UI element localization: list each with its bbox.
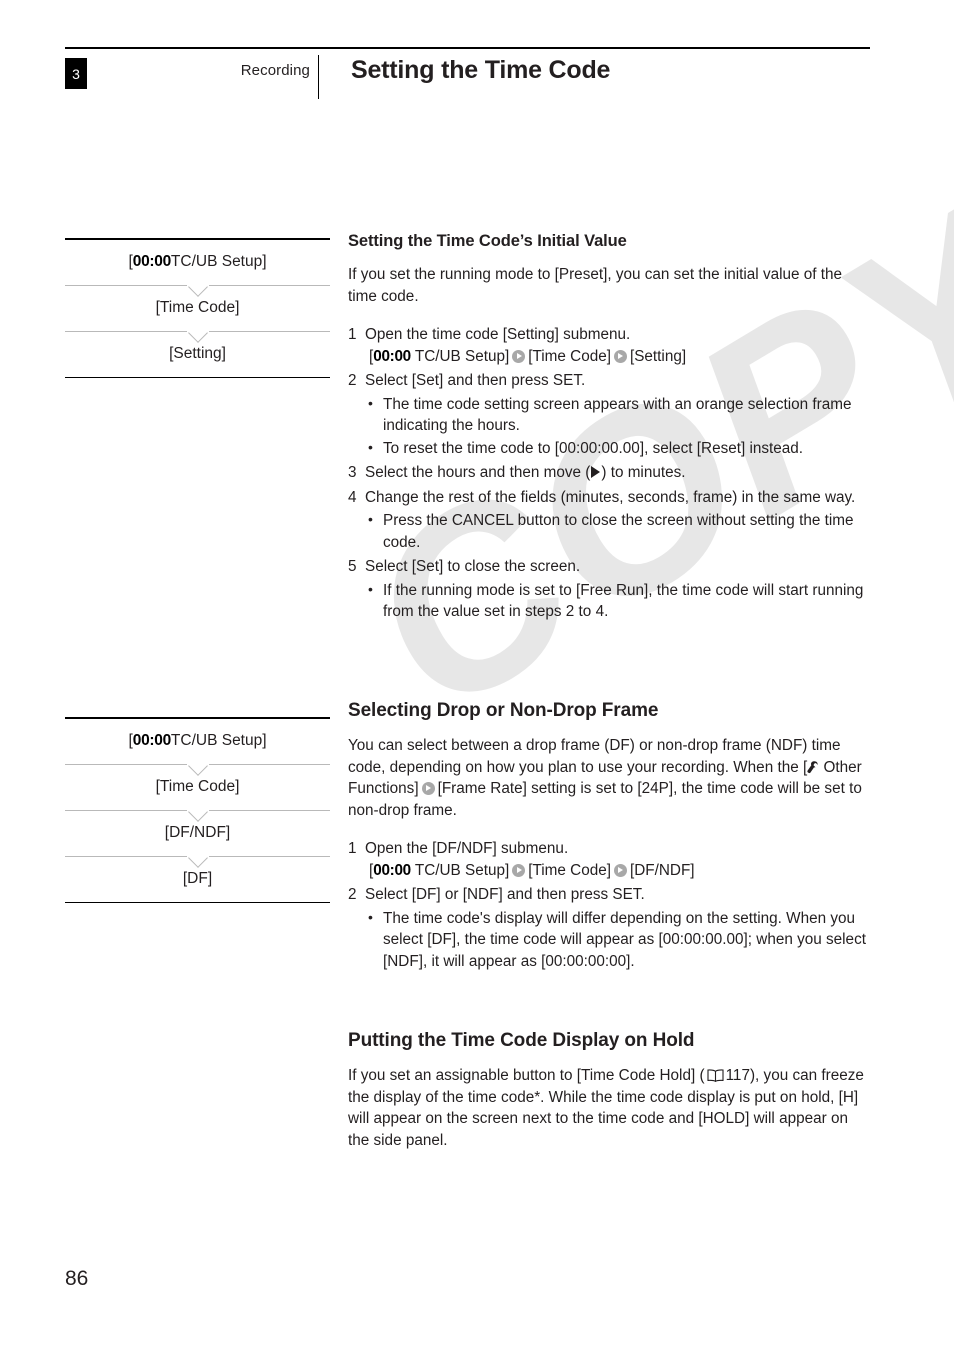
page-title: Setting the Time Code	[351, 56, 611, 84]
menu-path-label: TC/UB Setup]	[170, 253, 267, 270]
menu-label: TC/UB Setup]	[410, 861, 510, 879]
section-hold: Putting the Time Code Display on Hold If…	[348, 1030, 872, 1151]
step-number: 1	[348, 326, 357, 343]
step-text: Select the hours and then move (	[365, 464, 591, 481]
menu-path-label: [Setting]	[169, 345, 226, 362]
step-menu-path: [00:00 TC/UB Setup] [Time Code] [Setting]	[365, 346, 872, 368]
section-intro: If you set the running mode to [Preset],…	[348, 266, 843, 305]
menu-label: [Setting]	[629, 347, 687, 365]
list-item: To reset the time code to [00:00:00.00],…	[365, 437, 872, 460]
menu-path-row: [Setting]	[65, 332, 330, 377]
arrow-right-circle-icon	[512, 863, 526, 877]
step-number: 2	[348, 372, 357, 389]
arrow-right-circle-icon	[613, 349, 627, 363]
arrow-right-circle-icon	[512, 349, 526, 363]
bullet-list: If the running mode is set to [Free Run]…	[365, 579, 872, 623]
list-item: Press the CANCEL button to close the scr…	[365, 509, 872, 553]
section-heading: Setting the Time Code’s Initial Value	[348, 232, 627, 250]
step-text: ) to minutes.	[601, 464, 686, 481]
bullet-list: Press the CANCEL button to close the scr…	[365, 509, 872, 553]
menu-path-label: [Time Code]	[155, 778, 240, 795]
menu-path-df-ndf: [00:00 TC/UB Setup] [Time Code] [DF/NDF]…	[65, 717, 330, 903]
timecode-icon: 00:00	[373, 347, 411, 365]
header-section-label: Recording	[240, 62, 310, 79]
section-heading: Selecting Drop or Non-Drop Frame	[348, 700, 659, 721]
bullet-list: The time code setting screen appears wit…	[365, 393, 872, 460]
arrow-right-icon	[591, 466, 601, 478]
menu-label: [Time Code]	[528, 347, 611, 365]
step-number: 2	[348, 886, 357, 903]
step-menu-path: [00:00 TC/UB Setup] [Time Code] [DF/NDF]	[365, 860, 872, 882]
step-item: 2 Select [DF] or [NDF] and then press SE…	[348, 884, 872, 972]
body-text: If you set an assignable button to [Time…	[348, 1067, 705, 1084]
header-rule	[65, 47, 870, 49]
timecode-icon: 00:00	[132, 732, 171, 749]
step-item: 1 Open the [DF/NDF] submenu. [00:00 TC/U…	[348, 838, 872, 881]
step-text: Select [Set] to close the screen.	[365, 558, 581, 575]
step-text: Select [DF] or [NDF] and then press SET.	[365, 886, 645, 903]
bullet-list: The time code's display will differ depe…	[365, 907, 872, 973]
section-initial-value: Setting the Time Code’s Initial Value If…	[348, 232, 872, 626]
step-item: 3 Select the hours and then move ( ) to m…	[348, 462, 872, 484]
step-item: 4 Change the rest of the fields (minutes…	[348, 487, 872, 554]
step-text: Change the rest of the fields (minutes, …	[365, 488, 856, 506]
menu-label: [DF/NDF]	[629, 861, 695, 879]
step-item: 2 Select [Set] and then press SET. The t…	[348, 370, 872, 459]
list-item: If the running mode is set to [Free Run]…	[365, 579, 872, 623]
step-number: 4	[348, 488, 357, 506]
wrench-icon	[807, 760, 818, 774]
page-number: 86	[65, 1267, 89, 1290]
step-text: Open the [DF/NDF] submenu.	[365, 840, 569, 857]
menu-path-label: TC/UB Setup]	[170, 732, 267, 749]
timecode-icon: 00:00	[132, 253, 171, 270]
step-number: 1	[348, 840, 357, 857]
page-ref: 117	[725, 1067, 750, 1084]
menu-path-row: [DF]	[65, 857, 330, 902]
menu-path-time-code-setting: [00:00 TC/UB Setup] [Time Code] [Setting…	[65, 238, 330, 378]
section-drop-frame: Selecting Drop or Non-Drop Frame You can…	[348, 700, 872, 975]
menu-label: TC/UB Setup]	[410, 347, 510, 365]
step-number: 3	[348, 464, 357, 481]
step-item: 5 Select [Set] to close the screen. If t…	[348, 556, 872, 623]
section-body: If you set an assignable button to [Time…	[348, 1065, 872, 1151]
section-heading: Putting the Time Code Display on Hold	[348, 1030, 695, 1051]
list-item: The time code's display will differ depe…	[365, 907, 872, 973]
open-book-icon	[707, 1069, 724, 1082]
intro-text: You can select between a drop frame (DF)…	[348, 737, 841, 776]
menu-label: [Time Code]	[528, 861, 611, 879]
header-divider	[318, 55, 319, 99]
section-intro: You can select between a drop frame (DF)…	[348, 735, 872, 821]
timecode-icon: 00:00	[373, 861, 411, 879]
step-number: 5	[348, 558, 357, 575]
menu-path-bottom-rule	[65, 901, 330, 903]
step-text: Select [Set] and then press SET.	[365, 372, 586, 389]
menu-path-label: [DF/NDF]	[164, 824, 231, 841]
menu-label: [Frame Rate]	[437, 780, 527, 797]
menu-path-bottom-rule	[65, 376, 330, 378]
arrow-right-circle-icon	[421, 782, 435, 795]
menu-path-label: [DF]	[182, 870, 213, 887]
document-page: COPY 3 Recording Setting the Time Code […	[0, 0, 954, 1348]
step-text: Open the time code [Setting] submenu.	[365, 326, 631, 343]
list-item: The time code setting screen appears wit…	[365, 393, 872, 437]
step-item: 1 Open the time code [Setting] submenu. …	[348, 324, 872, 367]
menu-path-label: [Time Code]	[155, 299, 240, 316]
arrow-right-circle-icon	[613, 863, 627, 877]
